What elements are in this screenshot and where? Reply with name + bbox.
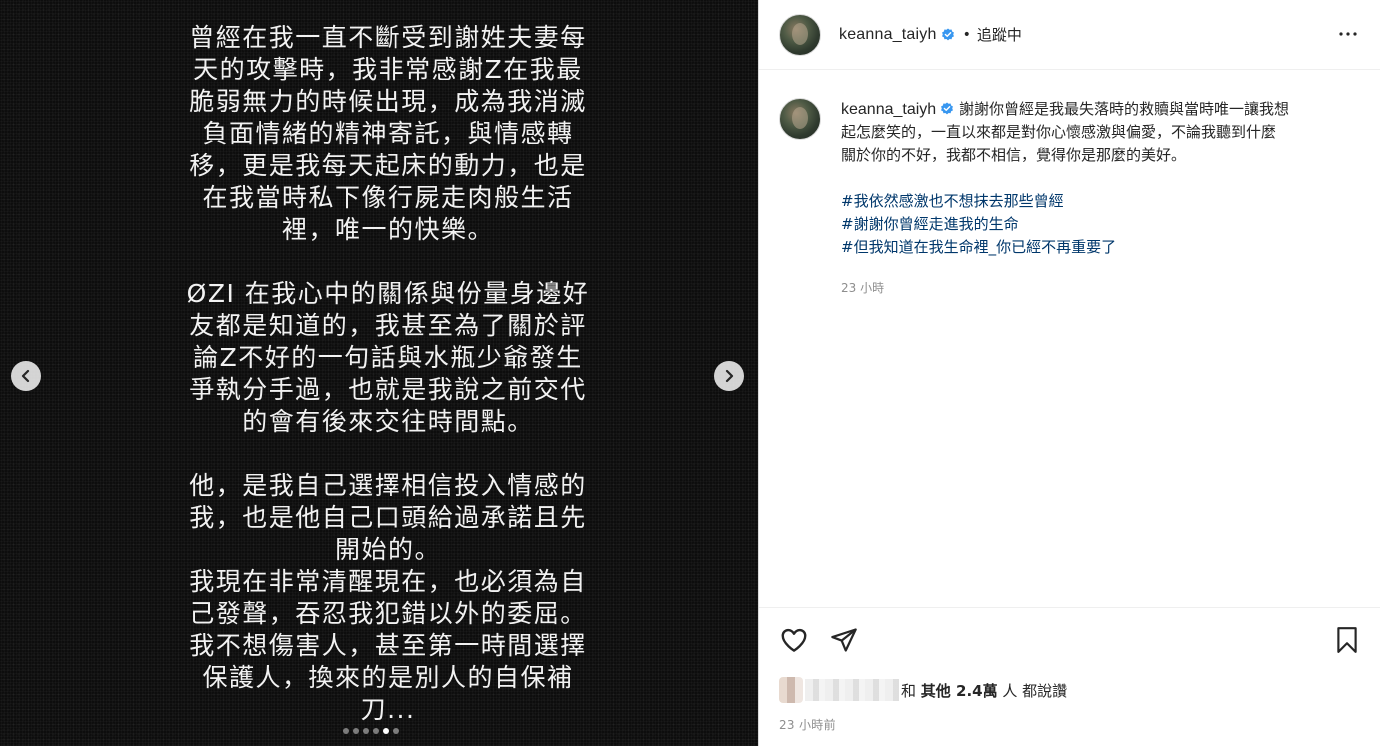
caption-username[interactable]: keanna_taiyh [841,101,936,118]
carousel-dot [383,728,389,734]
post-timestamp[interactable]: 23 小時前 [779,716,836,733]
carousel-dot [363,728,369,734]
carousel-next-button[interactable] [714,361,744,391]
image-text-block: 曾經在我一直不斷受到謝姓夫妻每 天的攻擊時，我非常感謝Z在我最 脆弱無力的時候出… [178,22,598,726]
save-button[interactable] [1332,625,1362,655]
liker-name-blurred[interactable] [805,679,899,701]
post-image: 曾經在我一直不斷受到謝姓夫妻每 天的攻擊時，我非常感謝Z在我最 脆弱無力的時候出… [0,0,758,746]
like-button[interactable] [779,625,809,655]
likes-summary: 和 其他 2.4萬 人 都說讚 [779,677,1067,703]
verified-badge-icon [941,27,955,42]
image-paragraph: ØZI 在我心中的關係與份量身邊好 友都是知道的，我甚至為了關於評 論Z不好的一… [186,279,590,436]
image-paragraph: 他，是我自己選擇相信投入情感的 我，也是他自己口頭給過承諾且先 開始的。 [189,471,587,564]
hashtag-link[interactable]: #但我知道在我生命裡_你已經不再重要了 [841,236,1360,259]
caption-section: keanna_taiyh 謝謝你曾經是我最失落時的救贖與當時唯一讓我想 起怎麼笑… [759,70,1380,608]
verified-badge-icon [940,102,954,116]
likes-prefix: 和 [901,681,917,700]
caption-timestamp[interactable]: 23 小時 [841,277,1360,300]
header-username[interactable]: keanna_taiyh [839,26,937,44]
chevron-right-icon [725,369,734,383]
carousel-dot [343,728,349,734]
separator-dot: • [962,26,971,43]
likes-count: 2.4萬 [956,681,998,700]
image-paragraph: 我現在非常清醒現在，也必須為自 己發聲，吞忍我犯錯以外的委屈。 我不想傷害人，甚… [189,567,587,724]
share-button[interactable] [829,625,859,655]
action-bar [779,625,859,655]
hashtag-list: #我依然感激也不想抹去那些曾經 #謝謝你曾經走進我的生命 #但我知道在我生命裡_… [841,190,1360,259]
carousel-prev-button[interactable] [11,361,41,391]
more-options-button[interactable] [1336,22,1360,46]
heart-icon [781,628,807,652]
likes-suffix: 人 都說讚 [1002,681,1068,700]
liker-avatar-blurred[interactable] [779,677,803,703]
paper-plane-icon [831,628,857,652]
hashtag-link[interactable]: #我依然感激也不想抹去那些曾經 [841,190,1360,213]
caption-avatar[interactable] [779,98,821,140]
post-side-panel: keanna_taiyh • 追蹤中 keanna_taiyh 謝謝你曾經是我最… [758,0,1380,746]
avatar[interactable] [779,13,821,56]
carousel-dot [353,728,359,734]
carousel-indicator [343,728,399,734]
image-paragraph: 曾經在我一直不斷受到謝姓夫妻每 天的攻擊時，我非常感謝Z在我最 脆弱無力的時候出… [189,23,587,244]
likes-text: 和 其他 2.4萬 人 都說讚 [901,680,1067,701]
post-header: keanna_taiyh • 追蹤中 [759,0,1380,70]
likes-others-label: 其他 [920,681,951,700]
instagram-post-modal: 曾經在我一直不斷受到謝姓夫妻每 天的攻擊時，我非常感謝Z在我最 脆弱無力的時候出… [0,0,1380,746]
carousel-dot [393,728,399,734]
following-button[interactable]: 追蹤中 [977,24,1022,45]
more-options-icon [1339,32,1357,36]
carousel-dot [373,728,379,734]
caption-content: keanna_taiyh 謝謝你曾經是我最失落時的救贖與當時唯一讓我想 起怎麼笑… [841,98,1360,167]
caption-row: keanna_taiyh 謝謝你曾經是我最失落時的救贖與當時唯一讓我想 起怎麼笑… [779,98,1360,300]
chevron-left-icon [21,369,30,383]
bookmark-icon [1337,627,1357,653]
likes-others-link[interactable]: 其他 2.4萬 [921,682,998,700]
hashtag-link[interactable]: #謝謝你曾經走進我的生命 [841,213,1360,236]
caption-body: keanna_taiyh 謝謝你曾經是我最失落時的救贖與當時唯一讓我想 起怎麼笑… [841,98,1360,300]
